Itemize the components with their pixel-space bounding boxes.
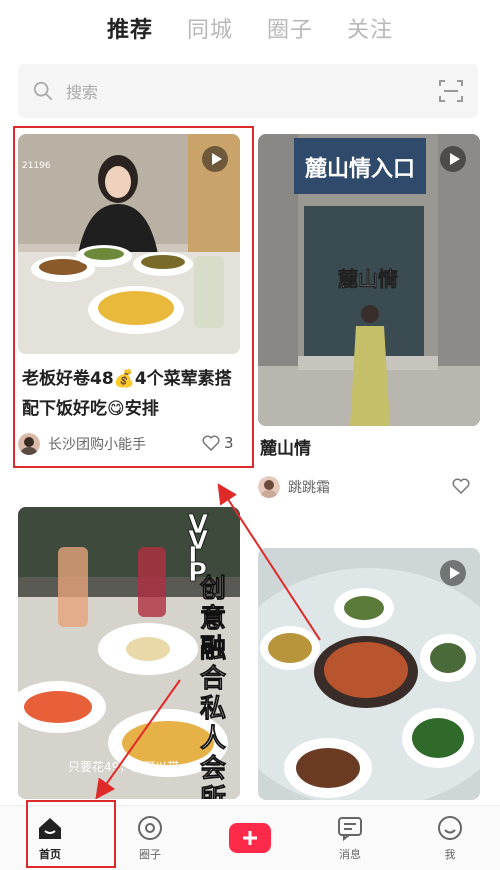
feed-card[interactable]	[258, 548, 480, 800]
like-button[interactable]	[452, 478, 474, 494]
nav-messages[interactable]: 消息	[300, 806, 400, 870]
play-icon	[440, 560, 466, 586]
caption-text: 只要花49，就可以带	[68, 759, 179, 774]
target-icon	[138, 816, 162, 840]
nav-messages-label: 消息	[339, 848, 361, 861]
tab-following[interactable]: 关注	[347, 12, 393, 44]
card-title: 麓山情	[260, 439, 311, 459]
message-icon	[338, 817, 362, 842]
search-bar[interactable]: 搜索	[18, 64, 478, 118]
avatar	[258, 476, 280, 498]
overlay-text: 麓山情	[338, 267, 398, 291]
restaurant-photo: V V I P 创意融合私人会所 只要花49，就可以带	[18, 507, 240, 799]
smile-icon	[438, 816, 462, 840]
feed-card[interactable]: V V I P 创意融合私人会所 只要花49，就可以带	[18, 507, 240, 799]
feed-card[interactable]: 麓山情入口 麓山情 麓山情 跳跳霜	[258, 134, 480, 500]
highlight-box	[26, 800, 116, 868]
nav-circles-label: 圈子	[139, 848, 161, 861]
nav-me-label: 我	[444, 848, 456, 861]
heart-icon	[452, 478, 470, 494]
highlight-box	[13, 126, 254, 468]
search-icon	[33, 81, 53, 101]
search-input[interactable]: 搜索	[66, 79, 438, 103]
nav-publish[interactable]	[200, 806, 300, 870]
play-icon	[440, 146, 466, 172]
tab-local[interactable]: 同城	[187, 12, 233, 44]
scan-icon[interactable]	[438, 78, 464, 104]
sign-text: 麓山情入口	[305, 156, 415, 182]
nav-me[interactable]: 我	[400, 806, 500, 870]
author-name: 跳跳霜	[288, 480, 330, 496]
plus-icon[interactable]	[229, 823, 271, 853]
tab-recommend[interactable]: 推荐	[107, 12, 153, 44]
dishes-photo	[258, 548, 480, 800]
building-photo: 麓山情入口 麓山情	[258, 134, 480, 426]
top-tabs: 推荐 同城 圈子 关注	[0, 0, 500, 56]
card-author[interactable]: 跳跳霜	[258, 476, 330, 498]
tab-circles[interactable]: 圈子	[267, 12, 313, 44]
